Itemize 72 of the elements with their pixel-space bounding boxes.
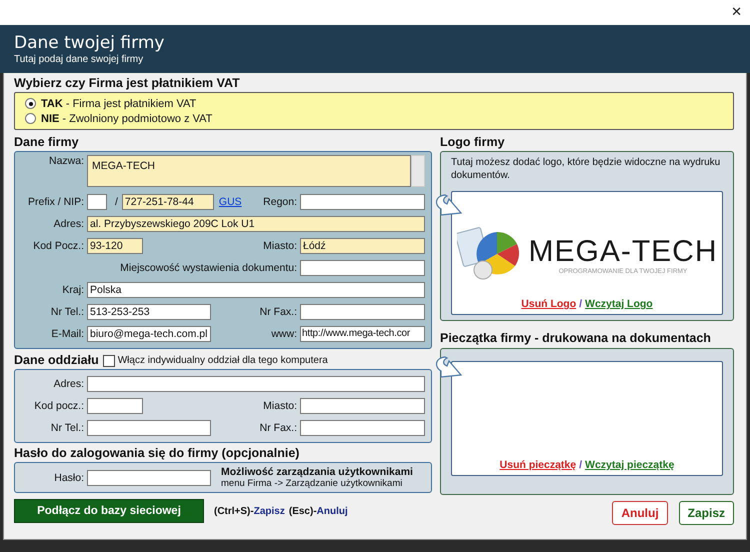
- logo-brand: MEGA-TECH: [528, 236, 718, 268]
- cancel-link[interactable]: Anuluj: [316, 506, 348, 516]
- field-label: Hasło:: [53, 472, 84, 484]
- scrollbar[interactable]: [411, 155, 425, 187]
- load-stamp-link[interactable]: Wczytaj pieczątkę: [585, 459, 674, 471]
- shortcut-text: (Esc)-: [288, 506, 317, 516]
- radio-label[interactable]: TAK - Firma jest płatnikiem VAT: [41, 98, 196, 110]
- field-label: Prefix / NIP:: [26, 196, 84, 208]
- address-field[interactable]: al. Przybyszewskiego 209C Lok U1: [87, 216, 425, 232]
- field-label: Nr Tel.:: [50, 422, 84, 434]
- gus-link[interactable]: GUS: [218, 196, 242, 208]
- note-text: menu Firma -> Zarządzanie użytkownikami: [221, 478, 404, 489]
- postcode-field[interactable]: 93-120: [87, 238, 143, 254]
- save-button[interactable]: Zapisz: [678, 501, 734, 525]
- section-heading: Dane firmy: [14, 134, 80, 151]
- country-field[interactable]: Polska: [87, 282, 425, 298]
- connect-button[interactable]: Podłącz do bazy sieciowej: [14, 499, 204, 523]
- field-label: Adres:: [52, 218, 84, 230]
- field-label: Miasto:: [263, 240, 297, 252]
- postcode-field[interactable]: [87, 398, 143, 414]
- field-label: Kod Pocz.:: [32, 240, 84, 252]
- section-heading: Logo firmy: [440, 134, 506, 151]
- fax-field[interactable]: [300, 420, 425, 436]
- separator: /: [579, 459, 582, 471]
- field-label: Adres:: [52, 378, 84, 390]
- email-field[interactable]: biuro@mega-tech.com.pl: [87, 326, 211, 342]
- field-label: Nr Fax.:: [260, 422, 297, 434]
- radio-button[interactable]: [25, 113, 36, 124]
- address-field[interactable]: [87, 376, 425, 392]
- password-field[interactable]: [87, 470, 211, 486]
- checkbox-label[interactable]: Włącz indywidualny oddział dla tego komputera: [118, 352, 328, 369]
- name-field[interactable]: MEGA-TECH: [87, 155, 411, 187]
- field-label: www:: [271, 328, 297, 340]
- field-label: Kraj:: [61, 284, 84, 296]
- remove-logo-link[interactable]: Usuń Logo: [521, 298, 576, 310]
- phone-field[interactable]: [87, 420, 211, 436]
- shortcut-text: (Ctrl+S)-: [214, 506, 254, 516]
- issue-place-field[interactable]: [300, 260, 425, 276]
- load-logo-link[interactable]: Wczytaj Logo: [585, 298, 653, 310]
- field-label: E-Mail:: [50, 328, 84, 340]
- field-label: Regon:: [263, 196, 297, 208]
- nip-field[interactable]: 727-251-78-44: [122, 194, 214, 210]
- field-label: Miasto:: [263, 400, 297, 412]
- field-label: Nazwa:: [48, 155, 84, 167]
- field-label: Nr Fax.:: [260, 306, 297, 318]
- save-link[interactable]: Zapisz: [254, 506, 285, 516]
- prefix-field[interactable]: [87, 194, 107, 210]
- www-field[interactable]: http://www.mega-tech.cor: [300, 326, 425, 342]
- fax-field[interactable]: [300, 304, 425, 320]
- separator: /: [579, 298, 582, 310]
- city-field[interactable]: [300, 398, 425, 414]
- section-heading: Wybierz czy Firma jest płatnikiem VAT: [14, 75, 241, 92]
- section-heading: Dane oddziału: [14, 352, 99, 369]
- phone-field[interactable]: 513-253-253: [87, 304, 211, 320]
- regon-field[interactable]: [300, 194, 425, 210]
- field-label: Miejscowość wystawienia dokumentu:: [120, 262, 297, 274]
- cancel-button[interactable]: Anuluj: [612, 501, 668, 525]
- radio-label[interactable]: NIE - Zwolniony podmiotowo z VAT: [41, 112, 212, 124]
- close-button[interactable]: ✕: [723, 5, 750, 20]
- checkbox[interactable]: [102, 354, 115, 366]
- note-title: Możliwość zarządzania użytkownikami: [221, 466, 413, 478]
- dialog-title: Dane twojej firmy: [14, 33, 166, 53]
- field-label: Nr Tel.:: [50, 306, 84, 318]
- dialog-subtitle: Tutaj podaj dane swojej firmy: [14, 54, 144, 65]
- logo-hint: Tutaj możesz dodać logo, które będzie widoczne na wydruku dokumentów.: [451, 156, 722, 182]
- remove-stamp-link[interactable]: Usuń pieczątkę: [500, 459, 576, 471]
- section-heading: Hasło do zalogowania się do firmy (opcjonalnie): [14, 445, 300, 462]
- section-heading: Pieczątka firmy - drukowana na dokumentach: [440, 330, 712, 347]
- field-label: Kod pocz.:: [33, 400, 84, 412]
- separator: /: [115, 196, 118, 208]
- radio-button[interactable]: [25, 98, 36, 109]
- city-field[interactable]: Łódź: [300, 238, 425, 254]
